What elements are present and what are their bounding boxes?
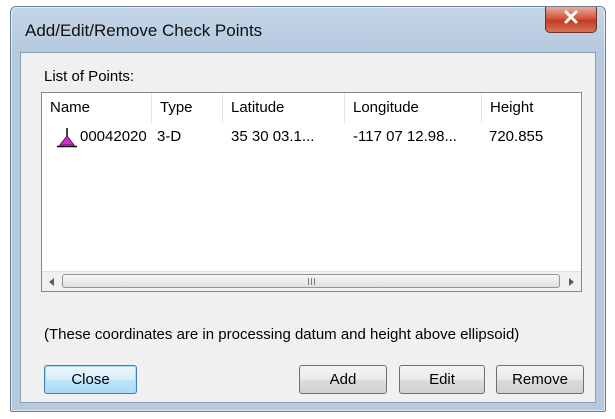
- cell-height: 720.855: [489, 128, 544, 145]
- list-header: Name Type Latitude Longitude Height: [42, 93, 581, 123]
- edit-button[interactable]: Edit: [399, 365, 485, 394]
- window-close-button[interactable]: [545, 7, 597, 33]
- scroll-left-button[interactable]: [43, 272, 61, 291]
- column-header-height[interactable]: Height: [482, 93, 581, 123]
- scroll-right-button[interactable]: [562, 272, 580, 291]
- cell-latitude: 35 30 03.1...: [231, 128, 315, 145]
- title-bar[interactable]: Add/Edit/Remove Check Points: [11, 7, 605, 52]
- check-point-icon: [56, 128, 78, 148]
- column-header-latitude[interactable]: Latitude: [223, 93, 345, 123]
- close-icon: [563, 9, 579, 30]
- list-caption: List of Points:: [44, 68, 135, 85]
- grip-icon: [308, 278, 317, 285]
- add-button[interactable]: Add: [299, 365, 387, 394]
- remove-button[interactable]: Remove: [496, 365, 584, 394]
- cell-name: 00042020: [80, 128, 147, 145]
- arrow-left-icon: [49, 273, 55, 291]
- column-header-longitude[interactable]: Longitude: [345, 93, 482, 123]
- close-button[interactable]: Close: [44, 365, 137, 394]
- points-listview[interactable]: Name Type Latitude Longitude Height 0004…: [41, 92, 582, 292]
- column-header-name[interactable]: Name: [42, 93, 152, 123]
- coordinates-note: (These coordinates are in processing dat…: [44, 326, 520, 343]
- cell-type: 3-D: [157, 128, 182, 145]
- scrollbar-thumb[interactable]: [62, 274, 560, 288]
- arrow-right-icon: [568, 273, 574, 291]
- dialog-title: Add/Edit/Remove Check Points: [25, 21, 263, 40]
- dialog-window: Add/Edit/Remove Check Points List of Poi…: [10, 6, 606, 412]
- dialog-client-area: List of Points: Name Type Latitude Longi…: [20, 52, 596, 403]
- list-item[interactable]: 00042020 3-D 35 30 03.1... -117 07 12.98…: [42, 124, 581, 150]
- cell-longitude: -117 07 12.98...: [353, 128, 457, 145]
- horizontal-scrollbar[interactable]: [42, 271, 581, 291]
- column-header-type[interactable]: Type: [152, 93, 223, 123]
